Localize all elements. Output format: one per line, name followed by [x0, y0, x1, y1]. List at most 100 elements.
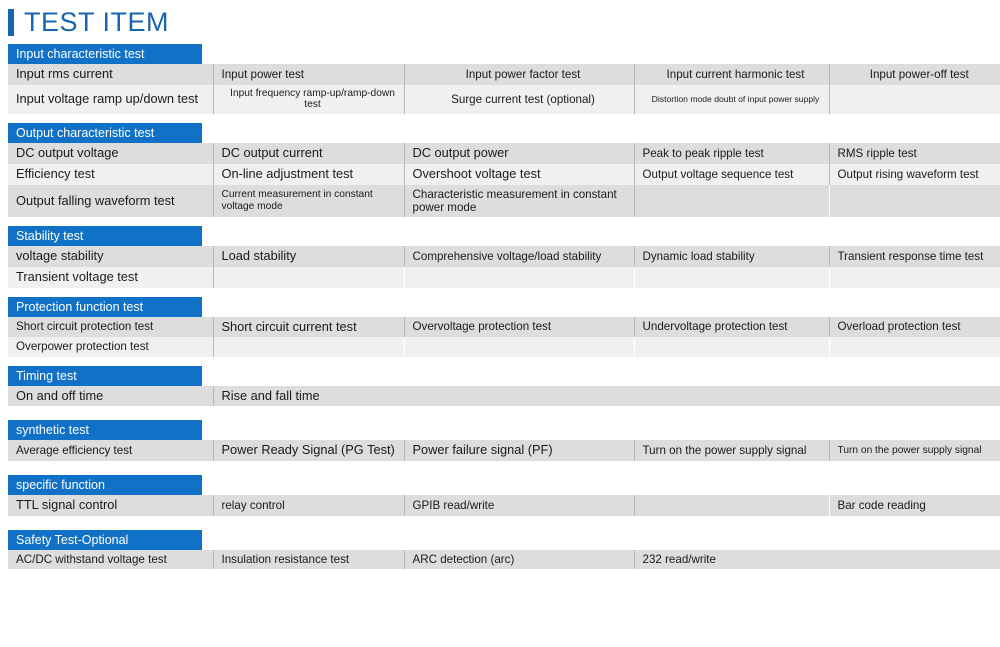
table-cell[interactable] [404, 266, 634, 288]
table-cell[interactable]: Overpower protection test [8, 337, 214, 357]
section-safety-test-optional: Safety Test-Optional AC/DC withstand volt… [8, 529, 1000, 570]
table-cell[interactable]: DC output power [404, 143, 635, 164]
table-cell[interactable]: On-line adjustment test [213, 163, 405, 185]
table-cell[interactable]: GPIB read/write [404, 495, 635, 516]
section-table-stability-test: voltage stability Load stability Comprehen… [8, 246, 1000, 288]
section-header-safety-test-optional[interactable]: Safety Test-Optional [8, 529, 202, 550]
table-cell[interactable]: Peak to peak ripple test [634, 143, 830, 164]
table-cell[interactable]: Characteristic measurement in constant p… [404, 184, 635, 218]
table-cell[interactable]: AC/DC withstand voltage test [8, 549, 214, 570]
table-cell[interactable]: Power Ready Signal (PG Test) [213, 440, 405, 462]
table-cell[interactable]: Overvoltage protection test [404, 316, 635, 338]
table-cell[interactable]: Turn on the power supply signal [634, 440, 830, 462]
table-row: Output falling waveform test Current meas… [8, 184, 1000, 218]
page-title: TEST ITEM [0, 0, 1000, 44]
table-cell[interactable]: Insulation resistance test [213, 549, 405, 570]
table-cell[interactable]: TTL signal control [8, 495, 214, 516]
table-cell[interactable] [634, 266, 829, 288]
table-row: Efficiency test On-line adjustment test Ov… [8, 163, 1000, 185]
table-cell[interactable] [213, 337, 404, 357]
section-specific-function: specific function TTL signal control relay… [8, 475, 1000, 516]
table-cell[interactable]: Input voltage ramp up/down test [8, 84, 214, 115]
table-cell[interactable]: Short circuit current test [213, 316, 405, 338]
table-cell[interactable]: Turn on the power supply signal [829, 440, 1000, 462]
section-table-protection-function-test: Short circuit protection test Short circu… [8, 316, 1000, 357]
table-row: Average efficiency test Power Ready Signa… [8, 440, 1000, 462]
page-title-text: TEST ITEM [24, 6, 170, 37]
table-cell[interactable]: Input current harmonic test [634, 64, 830, 85]
table-cell[interactable]: Overshoot voltage test [404, 163, 635, 185]
table-cell[interactable] [404, 337, 634, 357]
section-synthetic-test: synthetic test Average efficiency test Pow… [8, 420, 1000, 462]
section-table-specific-function: TTL signal control relay control GPIB read… [8, 495, 1000, 516]
section-header-timing-test[interactable]: Timing test [8, 365, 202, 386]
test-item-sections: Input characteristic test Input rms curre… [0, 44, 1000, 570]
section-header-output-characteristic-test[interactable]: Output characteristic test [8, 123, 202, 144]
table-cell[interactable]: Efficiency test [8, 163, 214, 185]
section-header-specific-function[interactable]: specific function [8, 475, 202, 496]
table-cell[interactable]: 232 read/write [634, 549, 1000, 570]
table-cell[interactable]: Input power test [213, 64, 405, 85]
table-cell[interactable]: ARC detection (arc) [404, 549, 635, 570]
section-table-safety-test-optional: AC/DC withstand voltage test Insulation r… [8, 549, 1000, 570]
table-cell[interactable]: Current measurement in constant voltage … [213, 184, 405, 218]
table-cell[interactable]: Comprehensive voltage/load stability [404, 246, 635, 267]
table-cell[interactable]: Input power-off test [829, 64, 1000, 85]
title-accent-bar [8, 8, 14, 36]
table-cell[interactable]: Average efficiency test [8, 440, 214, 462]
table-cell[interactable]: On and off time [8, 385, 214, 407]
table-cell[interactable] [634, 184, 829, 218]
section-stability-test: Stability test voltage stability Load stab… [8, 226, 1000, 288]
section-table-synthetic-test: Average efficiency test Power Ready Signa… [8, 440, 1000, 462]
table-cell[interactable]: Load stability [213, 246, 405, 267]
table-cell[interactable]: Output voltage sequence test [634, 163, 830, 185]
section-header-stability-test[interactable]: Stability test [8, 226, 202, 247]
table-cell[interactable]: Rise and fall time [213, 385, 1000, 407]
table-cell[interactable]: Undervoltage protection test [634, 316, 830, 338]
table-row: Overpower protection test [8, 337, 1000, 357]
table-cell[interactable] [829, 266, 1000, 288]
table-cell[interactable]: Short circuit protection test [8, 316, 214, 338]
table-cell[interactable]: Output rising waveform test [829, 163, 1000, 185]
table-cell[interactable]: Surge current test (optional) [404, 84, 635, 115]
section-output-characteristic-test: Output characteristic test DC output volt… [8, 123, 1000, 218]
table-cell[interactable]: RMS ripple test [829, 143, 1000, 164]
table-cell[interactable]: Overload protection test [829, 316, 1000, 338]
table-cell[interactable]: Output falling waveform test [8, 184, 214, 218]
table-cell[interactable]: Input rms current [8, 64, 214, 85]
section-header-protection-function-test[interactable]: Protection function test [8, 296, 202, 317]
table-row: On and off time Rise and fall time [8, 385, 1000, 407]
table-cell[interactable] [829, 184, 1000, 218]
section-header-input-characteristic-test[interactable]: Input characteristic test [8, 44, 202, 64]
table-row: AC/DC withstand voltage test Insulation r… [8, 549, 1000, 570]
table-row: Short circuit protection test Short circu… [8, 316, 1000, 338]
table-cell[interactable] [829, 337, 1000, 357]
section-table-output-characteristic-test: DC output voltage DC output current DC out… [8, 143, 1000, 218]
table-cell[interactable]: Transient response time test [829, 246, 1000, 267]
table-cell[interactable]: Bar code reading [829, 495, 1000, 516]
table-row: Transient voltage test [8, 266, 1000, 288]
section-table-input-characteristic-test: Input rms current Input power test Input p… [8, 64, 1000, 115]
table-cell[interactable]: voltage stability [8, 246, 214, 267]
table-cell[interactable] [829, 84, 1000, 115]
table-cell[interactable]: DC output current [213, 143, 405, 164]
table-row: DC output voltage DC output current DC out… [8, 143, 1000, 164]
table-cell[interactable]: Dynamic load stability [634, 246, 830, 267]
table-cell[interactable]: Input power factor test [404, 64, 635, 85]
table-cell[interactable]: Input frequency ramp-up/ramp-down test [213, 84, 405, 115]
table-cell[interactable] [634, 495, 829, 516]
table-cell[interactable]: Distortion mode doubt of input power sup… [634, 84, 830, 115]
table-cell[interactable]: Transient voltage test [8, 266, 214, 288]
table-row: Input rms current Input power test Input p… [8, 64, 1000, 85]
table-cell[interactable] [634, 337, 829, 357]
section-header-synthetic-test[interactable]: synthetic test [8, 420, 202, 441]
table-cell[interactable]: DC output voltage [8, 143, 214, 164]
table-cell[interactable]: Power failure signal (PF) [404, 440, 635, 462]
table-cell[interactable] [213, 266, 404, 288]
table-cell[interactable]: relay control [213, 495, 405, 516]
section-timing-test: Timing test On and off time Rise and fall … [8, 365, 1000, 407]
